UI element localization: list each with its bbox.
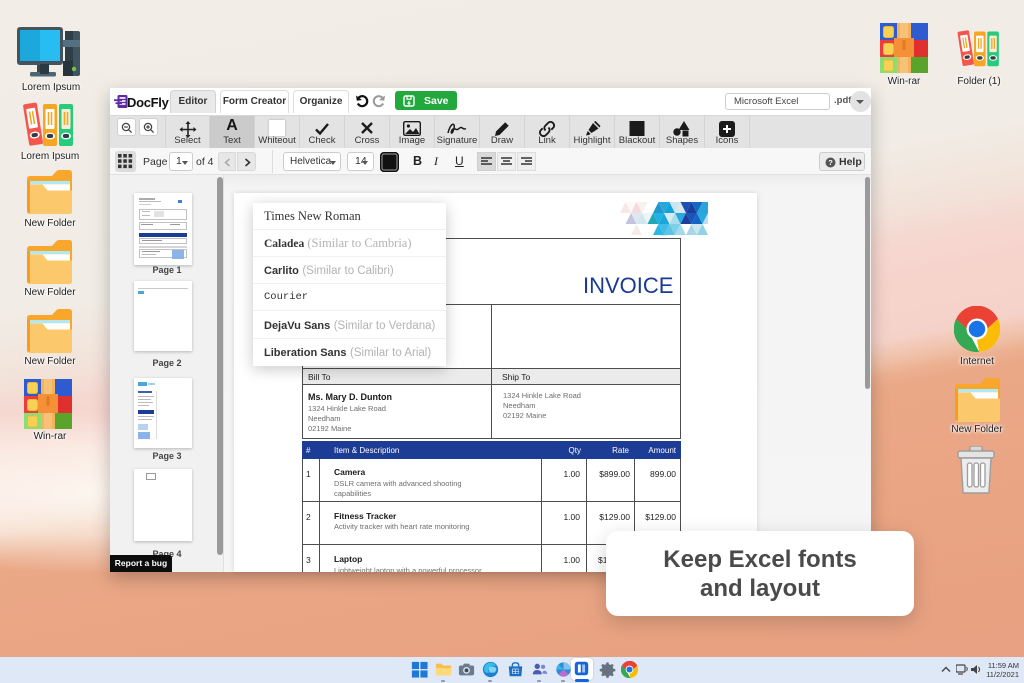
- svg-text:?: ?: [828, 158, 833, 167]
